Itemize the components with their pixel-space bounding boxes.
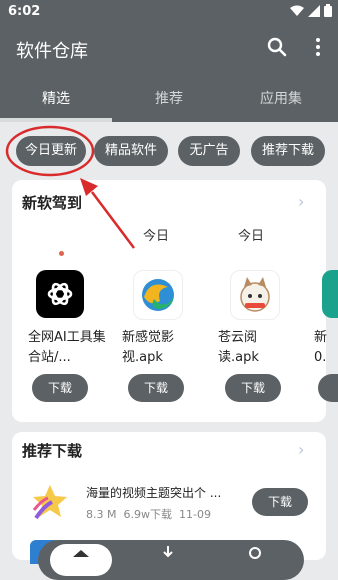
annotation-arrow-line xyxy=(91,191,135,249)
annotation-arrow-head xyxy=(80,178,98,196)
highlight-ellipse xyxy=(5,125,95,177)
red-annotation-overlay xyxy=(5,125,135,249)
